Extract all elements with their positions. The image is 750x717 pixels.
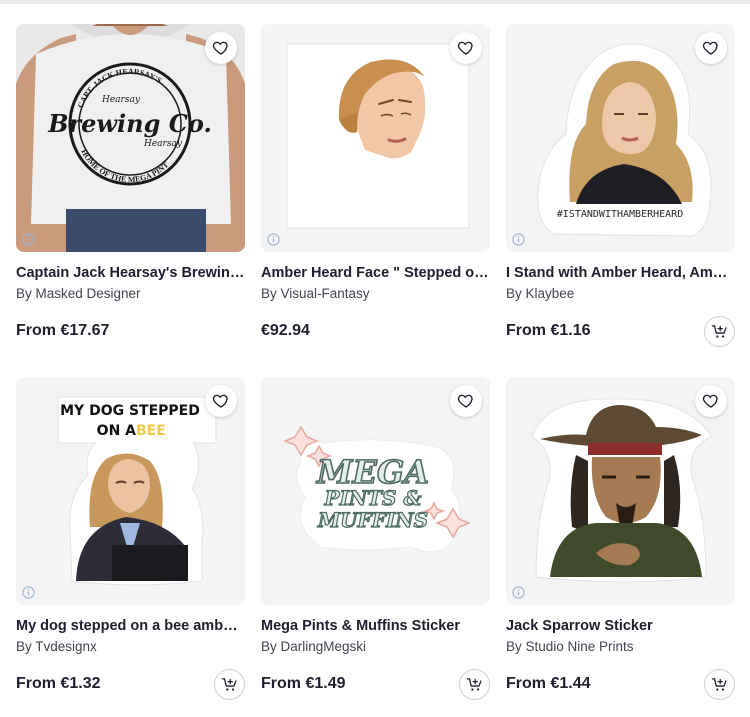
add-to-cart-icon: [711, 678, 727, 691]
favorite-button[interactable]: [205, 32, 237, 64]
favorite-button[interactable]: [695, 385, 727, 417]
svg-text:MY DOG STEPPED: MY DOG STEPPED: [60, 403, 200, 419]
svg-text:#ISTANDWITHAMBERHEARD: #ISTANDWITHAMBERHEARD: [557, 209, 683, 220]
product-price: From €1.16: [506, 322, 591, 339]
info-icon[interactable]: [512, 586, 525, 599]
heart-outline-icon: [702, 394, 718, 408]
heart-outline-icon: [212, 41, 228, 55]
add-to-cart-button[interactable]: [704, 316, 735, 347]
product-price: From €17.67: [16, 322, 110, 339]
svg-text:ON A: ON A: [97, 423, 136, 439]
add-to-cart-icon: [221, 678, 237, 691]
product-artist[interactable]: By DarlingMegski: [261, 639, 366, 654]
info-icon[interactable]: [512, 233, 525, 246]
info-icon[interactable]: [267, 233, 280, 246]
product-price: From €1.32: [16, 675, 101, 692]
svg-text:Brewing Co.: Brewing Co.: [47, 109, 212, 138]
product-artist[interactable]: By Klaybee: [506, 286, 574, 301]
add-to-cart-icon: [466, 678, 482, 691]
heart-outline-icon: [212, 394, 228, 408]
product-title[interactable]: I Stand with Amber Heard, Amber Heard St…: [506, 265, 735, 281]
product-artist[interactable]: By Visual-Fantasy: [261, 286, 370, 301]
add-to-cart-button[interactable]: [459, 669, 490, 700]
product-artist[interactable]: By Tvdesignx: [16, 639, 97, 654]
heart-outline-icon: [457, 394, 473, 408]
heart-outline-icon: [702, 41, 718, 55]
svg-text:PINTS &: PINTS &: [323, 486, 421, 510]
svg-text:Hearsay: Hearsay: [143, 139, 183, 149]
product-title[interactable]: Amber Heard Face " Stepped on a Bee ": [261, 265, 490, 281]
add-to-cart-icon: [711, 325, 727, 338]
product-image[interactable]: MY DOG STEPPED ON A BEE: [16, 377, 245, 605]
favorite-button[interactable]: [695, 32, 727, 64]
favorite-button[interactable]: [450, 385, 482, 417]
product-artist[interactable]: By Masked Designer: [16, 286, 141, 301]
product-price: €92.94: [261, 322, 310, 339]
product-image[interactable]: #ISTANDWITHAMBERHEARD: [506, 24, 735, 252]
info-icon[interactable]: [22, 586, 35, 599]
product-title[interactable]: My dog stepped on a bee amber heard: [16, 618, 245, 634]
product-title[interactable]: Mega Pints & Muffins Sticker: [261, 618, 490, 634]
svg-text:MUFFINS: MUFFINS: [317, 508, 428, 532]
product-image[interactable]: MEGA PINTS & MUFFINS: [261, 377, 490, 605]
favorite-button[interactable]: [450, 32, 482, 64]
product-title[interactable]: Jack Sparrow Sticker: [506, 618, 735, 634]
product-price: From €1.49: [261, 675, 346, 692]
product-image[interactable]: [506, 377, 735, 605]
add-to-cart-button[interactable]: [214, 669, 245, 700]
favorite-button[interactable]: [205, 385, 237, 417]
add-to-cart-button[interactable]: [704, 669, 735, 700]
svg-text:Hearsay: Hearsay: [101, 95, 141, 105]
product-image[interactable]: CAPT. JACK HEARSAY'S HOME OF THE MEGA PI…: [16, 24, 245, 252]
product-artist[interactable]: By Studio Nine Prints: [506, 639, 634, 654]
product-title[interactable]: Captain Jack Hearsay's Brewing Co.: [16, 265, 245, 281]
product-grid: CAPT. JACK HEARSAY'S HOME OF THE MEGA PI…: [0, 0, 750, 717]
info-icon[interactable]: [22, 233, 35, 246]
heart-outline-icon: [457, 41, 473, 55]
product-price: From €1.44: [506, 675, 591, 692]
product-image[interactable]: [261, 24, 490, 252]
svg-text:BEE: BEE: [136, 423, 166, 439]
